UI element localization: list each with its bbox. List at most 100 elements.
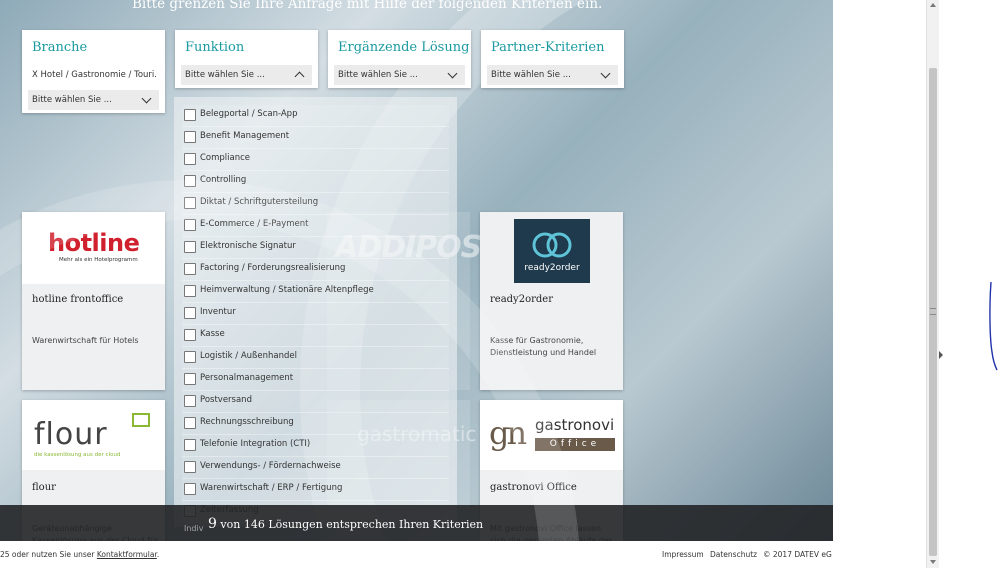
dropdown-option[interactable]: Personalmanagement [182,369,449,391]
ready2order-logo-box: ready2order [514,219,590,283]
dropdown-option[interactable]: Kasse [182,325,449,347]
option-label: Belegportal / Scan-App [200,109,298,119]
option-label: Personalmanagement [200,373,294,383]
option-label: Logistik / Außenhandel [200,351,297,361]
results-bar: Indiv 9 von 146 Lösungen entsprechen Ihr… [0,505,833,541]
gastronovi-logo-mark: gn [489,414,527,452]
checkbox[interactable] [184,285,196,297]
dropdown-option[interactable]: Factoring / Forderungsrealisierung [182,259,449,281]
dropdown-option[interactable]: Belegportal / Scan-App [182,105,449,127]
scroll-grip-icon [930,308,936,315]
checkbox[interactable] [184,153,196,165]
ergaenzende-select[interactable]: Bitte wählen Sie ... [334,65,465,85]
impressum-link[interactable]: Impressum [662,550,704,559]
results-summary: 9 von 146 Lösungen entsprechen Ihren Kri… [208,516,483,532]
checkbox[interactable] [184,395,196,407]
dropdown-option[interactable]: Verwendungs- / Fördernachweise [182,457,449,479]
chevron-up-icon [294,71,305,82]
dropdown-option[interactable]: E-Commerce / E-Payment [182,215,449,237]
solution-tile-ready2order[interactable]: ready2order ready2order Kasse für Gastro… [480,212,623,390]
option-label: Rechnungsschreibung [200,417,294,427]
flour-logo: flour die kassenlösung aus der cloud [22,400,165,470]
option-label: Zeiterfassung [200,505,259,515]
scroll-up-icon[interactable] [930,3,936,7]
dropdown-option[interactable]: Compliance [182,149,449,171]
contact-form-link[interactable]: Kontaktformular [97,550,157,559]
partner-select[interactable]: Bitte wählen Sie ... [487,65,618,85]
scroll-down-icon[interactable] [930,560,936,564]
gastronovi-logo-text: gastronovi [535,416,615,434]
checkbox[interactable] [184,219,196,231]
option-label: Compliance [200,153,251,163]
hotline-logo: hotline Mehr als ein Hotelprogramm [22,212,165,284]
checkbox[interactable] [184,263,196,275]
filter-funktion: Funktion Bitte wählen Sie ... [175,30,318,88]
filter-branche: Branche X Hotel / Gastronomie / Touri...… [22,30,165,113]
ghost-logo-text: gastromatic [357,422,477,446]
dropdown-option[interactable]: Postversand [182,391,449,413]
dropdown-option[interactable]: Logistik / Außenhandel [182,347,449,369]
page-scrollbar[interactable] [926,0,939,568]
hotline-logo-text: hotline [48,229,140,257]
dropdown-option[interactable]: Rechnungsschreibung [182,413,449,435]
option-label: Diktat / Schriftgutersteilung [200,197,319,207]
dropdown-option[interactable]: Diktat / Schriftgutersteilung [182,193,449,215]
option-label: Telefonie Integration (CTI) [200,439,311,449]
checkbox[interactable] [184,439,196,451]
option-label: Controlling [200,175,247,185]
datenschutz-link[interactable]: Datenschutz [710,550,757,559]
dropdown-option[interactable]: Elektronische Signatur [182,237,449,259]
dropdown-option[interactable]: Inventur [182,303,449,325]
copyright-text: © 2017 DATEV eG [763,550,832,559]
pen-stroke-icon [989,281,998,371]
checkbox[interactable] [184,175,196,187]
funktion-select[interactable]: Bitte wählen Sie ... [181,65,312,85]
tile-name: hotline frontoffice [32,294,124,305]
filter-partner: Partner-Kriterien Bitte wählen Sie ... [481,30,624,88]
filter-ergaenzende: Ergänzende Lösung Bitte wählen Sie ... [328,30,471,88]
branche-select[interactable]: Bitte wählen Sie ... [28,90,159,110]
checkbox[interactable] [184,131,196,143]
expand-arrow-icon[interactable] [939,351,943,359]
filter-branche-title: Branche [32,40,88,55]
checkbox[interactable] [184,197,196,209]
checkbox[interactable] [184,483,196,495]
checkbox[interactable] [184,109,196,121]
results-count: 9 [208,516,217,532]
checkbox[interactable] [184,307,196,319]
dropdown-option[interactable]: Zeiterfassung [182,501,449,523]
ergaenzende-select-placeholder: Bitte wählen Sie ... [338,70,418,80]
checkbox[interactable] [184,351,196,363]
option-label: Verwendungs- / Fördernachweise [200,461,341,471]
checkbox[interactable] [184,461,196,473]
checkbox[interactable] [184,329,196,341]
checkbox[interactable] [184,373,196,385]
option-label: Inventur [200,307,236,317]
flour-logo-badge [132,413,150,427]
dropdown-option[interactable]: Warenwirtschaft / ERP / Fertigung [182,479,449,501]
ghost-tile: gastromatic [327,400,476,505]
gastronovi-logo-subtext: Office [535,438,615,451]
dropdown-option[interactable]: Benefit Management [182,127,449,149]
ready2order-rings-icon [532,232,572,258]
hero-background: Bitte grenzen Sie Ihre Anfrage mit Hilfe… [0,0,833,541]
tile-name: ready2order [490,294,553,305]
dropdown-option[interactable]: Heimverwaltung / Stationäre Altenpflege [182,281,449,303]
tile-description: Geräteunabhängige Kassenlösung aus der C… [32,524,159,541]
branche-select-placeholder: Bitte wählen Sie ... [32,95,112,105]
dropdown-option[interactable]: Controlling [182,171,449,193]
funktion-dropdown-list[interactable]: Belegportal / Scan-App Benefit Managemen… [174,97,457,527]
dropdown-option[interactable]: Telefonie Integration (CTI) [182,435,449,457]
checkbox[interactable] [184,241,196,253]
filter-ergaenzende-title: Ergänzende Lösung [338,40,470,55]
checkbox[interactable] [184,417,196,429]
ready2order-logo-text: ready2order [524,263,580,273]
branche-selected-chip[interactable]: X Hotel / Gastronomie / Touri... [32,70,157,80]
checkbox[interactable] [184,505,196,517]
gastronovi-logo: gn gastronovi Office [480,400,623,470]
solution-tile-hotline[interactable]: hotline Mehr als ein Hotelprogramm hotli… [22,212,165,390]
solution-tile-flour[interactable]: flour die kassenlösung aus der cloud flo… [22,400,165,541]
filter-funktion-title: Funktion [185,40,245,55]
flour-logo-subtext: die kassenlösung aus der cloud [34,452,121,458]
chevron-down-icon [600,68,611,79]
